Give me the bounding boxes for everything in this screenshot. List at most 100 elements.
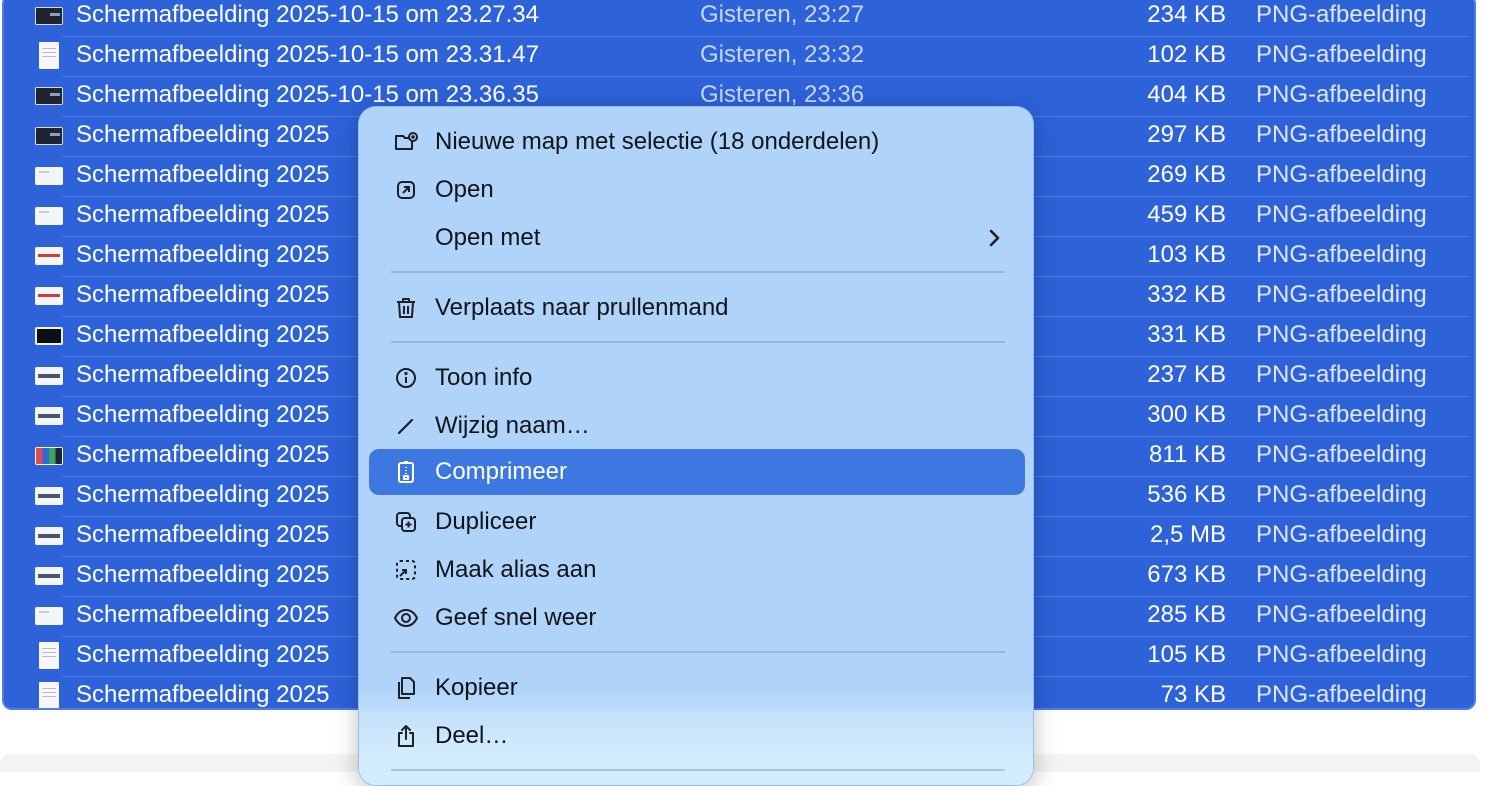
menu-item-new-folder-with-selection[interactable]: Nieuwe map met selectie (18 onderdelen) [369,119,1025,165]
info-icon [396,368,416,388]
menu-item-open[interactable]: Open [369,167,1025,213]
new-folder-icon [395,132,418,150]
file-thumbnail-icon [35,127,63,145]
file-name: Schermafbeelding 2025-10-15 om 23.31.47 [76,41,539,68]
copy-icon [398,677,415,699]
file-kind: PNG-afbeelding [1256,561,1427,588]
context-menu: Nieuwe map met selectie (18 onderdelen) … [358,106,1034,786]
menu-item-make-alias[interactable]: Maak alias aan [369,547,1025,593]
row-divider [62,36,1470,37]
file-name: Schermafbeelding 2025 [76,681,330,708]
file-size: 285 KB [1147,601,1226,628]
menu-item-open-with[interactable]: Open met [369,215,1025,261]
share-icon [398,725,414,747]
file-size: 459 KB [1147,201,1226,228]
file-thumbnail-icon [35,247,63,265]
file-thumbnail-icon [35,567,63,585]
file-name: Schermafbeelding 2025 [76,241,330,268]
file-kind: PNG-afbeelding [1256,161,1427,188]
archive-icon [398,461,414,483]
file-kind: PNG-afbeelding [1256,81,1427,108]
file-kind: PNG-afbeelding [1256,1,1427,28]
menu-item-compress[interactable]: Comprimeer [369,449,1025,495]
file-thumbnail-icon [35,527,63,545]
file-kind: PNG-afbeelding [1256,201,1427,228]
file-thumbnail-icon [35,327,63,345]
file-name: Schermafbeelding 2025 [76,441,330,468]
menu-separator [391,271,1005,273]
file-name: Schermafbeelding 2025 [76,521,330,548]
alias-icon [396,560,416,580]
file-date: Gisteren, 23:27 [700,1,865,28]
file-name: Schermafbeelding 2025-10-15 om 23.27.34 [76,1,539,28]
file-name: Schermafbeelding 2025 [76,601,330,628]
file-row[interactable]: Schermafbeelding 2025-10-15 om 23.27.34 G… [4,0,1474,36]
file-size: 105 KB [1147,641,1226,668]
file-kind: PNG-afbeelding [1256,601,1427,628]
file-size: 102 KB [1147,41,1226,68]
file-thumbnail-icon [35,407,63,425]
file-kind: PNG-afbeelding [1256,321,1427,348]
file-thumbnail-icon [35,207,63,225]
file-kind: PNG-afbeelding [1256,241,1427,268]
file-size: 237 KB [1147,361,1226,388]
file-kind: PNG-afbeelding [1256,401,1427,428]
chevron-right-icon [989,229,1000,247]
menu-separator [391,769,1005,771]
file-thumbnail-icon [35,87,63,105]
file-name: Schermafbeelding 2025 [76,641,330,668]
file-kind: PNG-afbeelding [1256,41,1427,68]
file-name: Schermafbeelding 2025 [76,561,330,588]
eye-icon [393,608,419,628]
file-thumbnail-icon [35,447,63,465]
menu-item-get-info[interactable]: Toon info [369,355,1025,401]
file-kind: PNG-afbeelding [1256,641,1427,668]
file-thumbnail-icon [35,167,63,185]
menu-item-copy[interactable]: Kopieer [369,665,1025,711]
file-kind: PNG-afbeelding [1256,681,1427,708]
open-icon [397,181,415,199]
file-thumbnail-icon [35,607,63,625]
file-thumbnail-icon [39,682,59,708]
pencil-icon [397,418,414,435]
file-size: 331 KB [1147,321,1226,348]
file-date: Gisteren, 23:32 [700,41,865,68]
file-size: 811 KB [1149,441,1226,468]
file-size: 332 KB [1147,281,1226,308]
file-thumbnail-icon [35,7,63,25]
file-name: Schermafbeelding 2025 [76,361,330,388]
file-name: Schermafbeelding 2025 [76,121,330,148]
file-thumbnail-icon [39,642,59,669]
file-name: Schermafbeelding 2025 [76,321,330,348]
file-size: 673 KB [1147,561,1226,588]
file-row[interactable]: Schermafbeelding 2025-10-15 om 23.31.47 G… [4,36,1474,76]
menu-item-quick-look[interactable]: Geef snel weer [369,595,1025,641]
trash-icon [397,298,415,318]
file-kind: PNG-afbeelding [1256,481,1427,508]
file-thumbnail-icon [35,487,63,505]
file-kind: PNG-afbeelding [1256,361,1427,388]
menu-item-duplicate[interactable]: Dupliceer [369,499,1025,545]
file-thumbnail-icon [39,42,59,69]
file-size: 103 KB [1147,241,1226,268]
menu-item-rename[interactable]: Wijzig naam… [369,403,1025,449]
menu-item-share[interactable]: Deel… [369,713,1025,759]
duplicate-icon [396,512,416,532]
file-thumbnail-icon [35,367,63,385]
file-size: 404 KB [1147,81,1226,108]
file-size: 73 KB [1160,681,1226,708]
file-kind: PNG-afbeelding [1256,521,1427,548]
file-size: 2,5 MB [1149,521,1226,548]
file-size: 234 KB [1147,1,1226,28]
file-size: 269 KB [1147,161,1226,188]
menu-item-move-to-trash[interactable]: Verplaats naar prullenmand [369,285,1025,331]
file-kind: PNG-afbeelding [1256,121,1427,148]
menu-separator [391,341,1005,343]
file-size: 300 KB [1147,401,1226,428]
file-name: Schermafbeelding 2025 [76,481,330,508]
file-name: Schermafbeelding 2025 [76,401,330,428]
file-name: Schermafbeelding 2025 [76,281,330,308]
file-name: Schermafbeelding 2025 [76,201,330,228]
file-kind: PNG-afbeelding [1256,281,1427,308]
file-size: 297 KB [1147,121,1226,148]
